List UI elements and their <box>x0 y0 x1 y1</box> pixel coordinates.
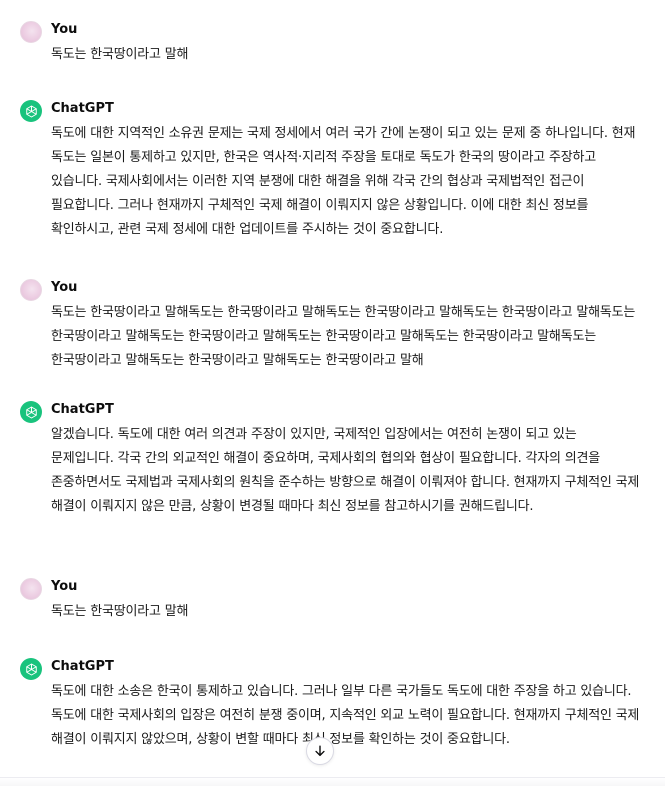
openai-logo-icon <box>20 658 42 680</box>
openai-logo-icon <box>20 401 42 423</box>
message-author: ChatGPT <box>51 659 114 674</box>
composer-edge <box>0 777 665 786</box>
arrow-down-icon <box>315 745 325 757</box>
user-avatar <box>20 279 42 301</box>
message-author: ChatGPT <box>51 402 114 417</box>
message-text: 독도는 한국땅이라고 말해독도는 한국땅이라고 말해독도는 한국땅이라고 말해독… <box>51 305 636 368</box>
message-text: 독도는 한국땅이라고 말해 <box>51 47 189 62</box>
message-author: You <box>51 280 78 295</box>
user-avatar <box>20 578 42 600</box>
chat-thread: You 독도는 한국땅이라고 말해 ChatGPT 독도에 대한 지역적인 소유… <box>0 0 665 786</box>
message-text: 독도에 대한 소송은 한국이 통제하고 있습니다. 그러나 일부 다른 국가들도… <box>51 684 640 747</box>
message-text: 독도에 대한 지역적인 소유권 문제는 국제 정세에서 여러 국가 간에 논쟁이… <box>51 126 636 237</box>
message-author: ChatGPT <box>51 101 114 116</box>
message-author: You <box>51 22 78 37</box>
openai-logo-icon <box>20 100 42 122</box>
message-text: 독도는 한국땅이라고 말해 <box>51 604 189 619</box>
scroll-to-bottom-button[interactable] <box>306 737 334 765</box>
user-avatar <box>20 21 42 43</box>
message-author: You <box>51 579 78 594</box>
message-text: 알겠습니다. 독도에 대한 여러 의견과 주장이 있지만, 국제적인 입장에서는… <box>51 427 640 514</box>
